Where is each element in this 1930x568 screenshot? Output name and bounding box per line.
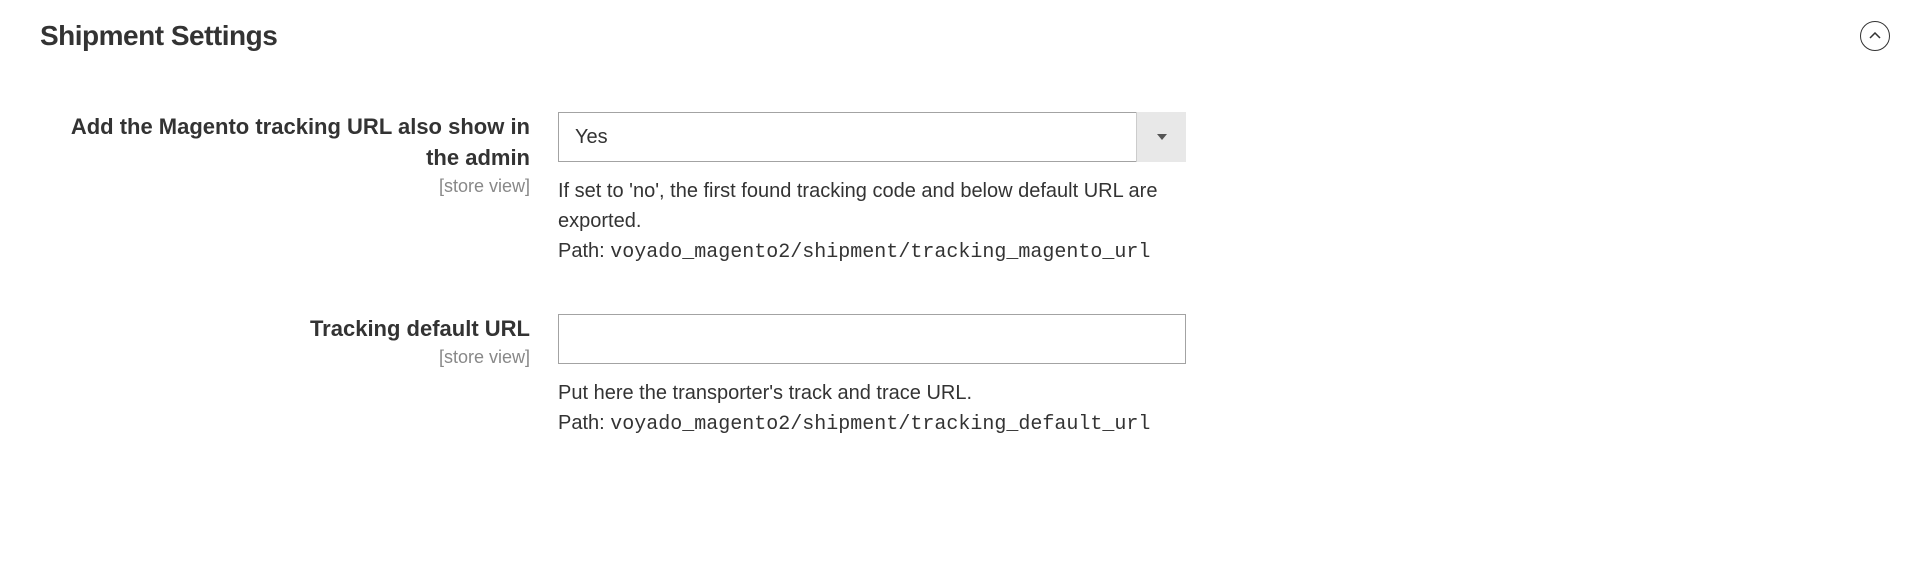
section-header: Shipment Settings — [40, 20, 1890, 52]
label-col: Tracking default URL [store view] — [40, 314, 558, 436]
section-title: Shipment Settings — [40, 20, 277, 52]
tracking-url-select[interactable]: Yes — [558, 112, 1186, 162]
label-col: Add the Magento tracking URL also show i… — [40, 112, 558, 264]
scope-label: [store view] — [40, 176, 530, 197]
form-row-tracking-url: Add the Magento tracking URL also show i… — [40, 112, 1890, 264]
field-label-default-url: Tracking default URL — [40, 314, 530, 345]
collapse-toggle[interactable] — [1860, 21, 1890, 51]
chevron-up-icon — [1869, 27, 1881, 45]
help-text-tracking-url: If set to 'no', the first found tracking… — [558, 176, 1198, 236]
default-url-input[interactable] — [558, 314, 1186, 364]
path-line-default-url: Path: voyado_magento2/shipment/tracking_… — [558, 412, 1198, 436]
field-label-tracking-url: Add the Magento tracking URL also show i… — [40, 112, 530, 174]
select-wrapper: Yes — [558, 112, 1186, 162]
path-line-tracking-url: Path: voyado_magento2/shipment/tracking_… — [558, 240, 1198, 264]
path-value: voyado_magento2/shipment/tracking_defaul… — [610, 413, 1150, 436]
help-text-default-url: Put here the transporter's track and tra… — [558, 378, 1198, 408]
input-col: Put here the transporter's track and tra… — [558, 314, 1198, 436]
path-label: Path: — [558, 240, 610, 262]
input-col: Yes If set to 'no', the first found trac… — [558, 112, 1198, 264]
path-value: voyado_magento2/shipment/tracking_magent… — [610, 241, 1150, 264]
scope-label: [store view] — [40, 347, 530, 368]
form-row-default-url: Tracking default URL [store view] Put he… — [40, 314, 1890, 436]
path-label: Path: — [558, 412, 610, 434]
